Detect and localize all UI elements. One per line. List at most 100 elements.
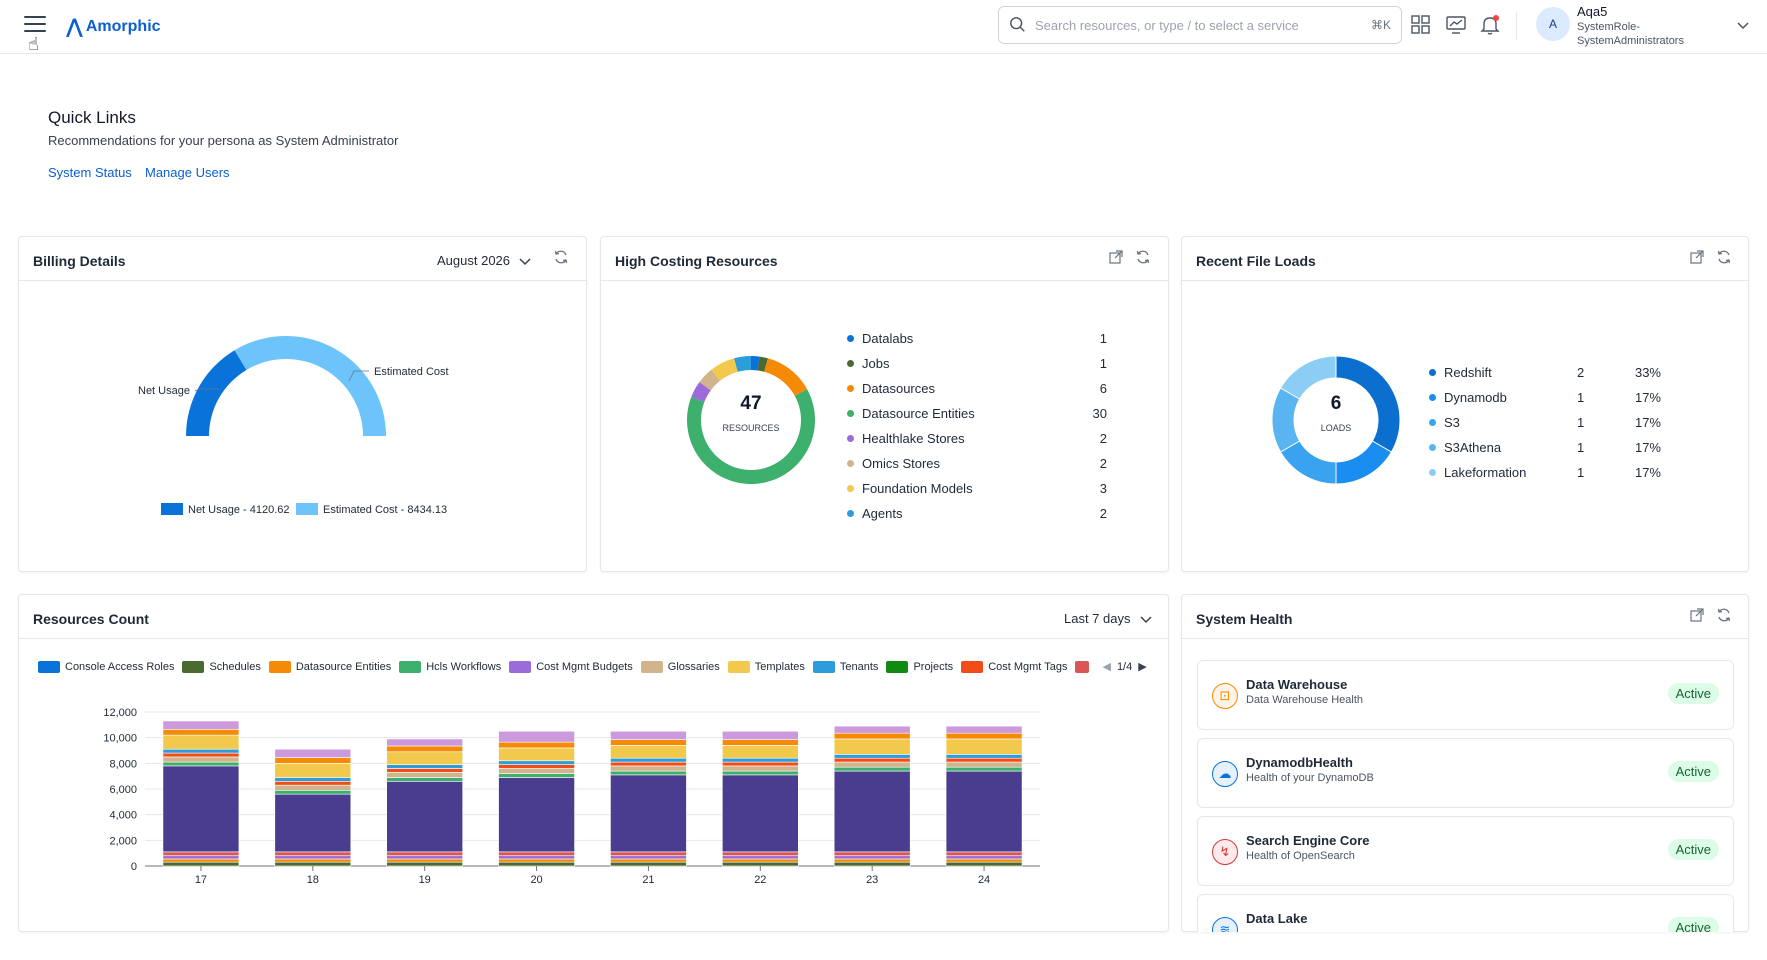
- net-usage-arc: [186, 350, 247, 436]
- bar-segment: [498, 760, 575, 765]
- legend-item[interactable]: Tenants: [812, 660, 878, 673]
- notifications-bell-icon[interactable]: [1479, 14, 1501, 36]
- legend-item[interactable]: Healthlake Stores 2: [847, 431, 1107, 446]
- legend-prev-icon[interactable]: ◀: [1102, 660, 1110, 673]
- legend-estimated-cost: Estimated Cost - 8434.13: [323, 504, 447, 516]
- apps-grid-icon[interactable]: [1410, 14, 1432, 36]
- header-divider: [1516, 12, 1517, 40]
- bar-segment: [610, 730, 687, 740]
- card-title: Recent File Loads: [1196, 253, 1316, 269]
- legend-item[interactable]: Console Access Roles: [38, 660, 174, 673]
- hamburger-menu-button[interactable]: [24, 16, 46, 34]
- external-link-icon[interactable]: [1689, 607, 1705, 623]
- bar-segment: [610, 761, 687, 767]
- legend-next-icon[interactable]: ▶: [1138, 660, 1146, 673]
- legend-item[interactable]: Hcls Workflows: [399, 660, 501, 673]
- x-tick-label: 21: [642, 874, 654, 886]
- legend-item[interactable]: Lakeformation 1 17%: [1429, 465, 1679, 480]
- legend-item[interactable]: Foundation Models 3: [847, 481, 1107, 496]
- legend-label: Foundation Models: [862, 481, 973, 496]
- health-item-title: Data Lake: [1246, 911, 1308, 926]
- legend-dot: [1429, 469, 1436, 476]
- legend-item[interactable]: Datasources 6: [847, 381, 1107, 396]
- legend-label: Redshift: [1444, 365, 1492, 380]
- chevron-down-icon[interactable]: [1736, 18, 1750, 32]
- estimated-cost-arc: [234, 336, 386, 436]
- user-avatar[interactable]: A: [1536, 7, 1570, 41]
- bar-segment: [162, 734, 240, 750]
- external-link-icon[interactable]: [1108, 249, 1124, 265]
- legend-item[interactable]: S3 1 17%: [1429, 415, 1679, 430]
- health-item[interactable]: ☁ DynamodbHealth Health of your DynamoDB…: [1197, 738, 1734, 808]
- legend-dot: [847, 360, 854, 367]
- legend-item[interactable]: Omics Stores 2: [847, 456, 1107, 471]
- net-usage-label: Net Usage: [138, 385, 190, 397]
- monitor-chart-icon[interactable]: [1445, 14, 1467, 36]
- refresh-icon[interactable]: [1135, 249, 1151, 265]
- bar-segment: [498, 855, 575, 860]
- legend-item[interactable]: Dynamodb 1 17%: [1429, 390, 1679, 405]
- quick-link-system-status[interactable]: System Status: [48, 165, 132, 180]
- bar-segment: [722, 730, 799, 740]
- bar-segment: [498, 777, 575, 853]
- legend-item[interactable]: Glossaries: [640, 660, 720, 673]
- bar-segment: [162, 851, 240, 857]
- refresh-icon[interactable]: [1716, 607, 1732, 623]
- legend-label: Datasource Entities: [862, 406, 975, 421]
- legend-item[interactable]: [1075, 660, 1094, 673]
- global-search-input[interactable]: Search resources, or type / to select a …: [998, 6, 1402, 44]
- legend-label: S3: [1444, 415, 1460, 430]
- health-item-subtitle: Health of your DynamoDB: [1246, 772, 1374, 784]
- bar-segment: [274, 781, 352, 786]
- legend-value: 30: [1092, 406, 1107, 421]
- card-header: Resources Count Last 7 days: [19, 595, 1168, 639]
- warehouse-icon: ⊡: [1212, 683, 1238, 709]
- legend-percent: 17%: [1634, 390, 1661, 405]
- legend-item[interactable]: Templates: [727, 660, 805, 673]
- bar-segment: [610, 745, 687, 759]
- health-item[interactable]: ⊡ Data Warehouse Data Warehouse Health A…: [1197, 660, 1734, 730]
- legend-item[interactable]: S3Athena 1 17%: [1429, 440, 1679, 455]
- legend-item[interactable]: Jobs 1: [847, 356, 1107, 371]
- bar-segment: [162, 761, 240, 767]
- y-tick-label: 4,000: [109, 810, 137, 822]
- external-link-icon[interactable]: [1689, 249, 1705, 265]
- bar-segment: [722, 745, 799, 759]
- bar-segment: [498, 741, 575, 749]
- legend-label: Cost Mgmt Tags: [988, 660, 1068, 673]
- legend-label: Cost Mgmt Budgets: [536, 660, 633, 673]
- y-tick-label: 12,000: [103, 707, 137, 719]
- legend-item[interactable]: Cost Mgmt Budgets: [509, 660, 633, 673]
- legend-item[interactable]: Schedules: [182, 660, 261, 673]
- refresh-icon[interactable]: [553, 249, 569, 265]
- legend-item[interactable]: Cost Mgmt Tags: [961, 660, 1068, 673]
- legend-item[interactable]: Datalabs 1: [847, 331, 1107, 346]
- resources-period-dropdown[interactable]: Last 7 days: [1064, 611, 1153, 626]
- health-item[interactable]: ≋ Data Lake Active: [1197, 894, 1734, 932]
- recent-loads-donut-chart: [1271, 355, 1401, 485]
- bar-segment: [945, 732, 1023, 740]
- legend-page-indicator: 1/4: [1116, 660, 1133, 673]
- app-logo[interactable]: ⋀ Amorphic: [66, 14, 161, 39]
- health-item[interactable]: ↯ Search Engine Core Health of OpenSearc…: [1197, 816, 1734, 886]
- quick-link-manage-users[interactable]: Manage Users: [145, 165, 230, 180]
- legend-dot: [847, 510, 854, 517]
- billing-period-dropdown[interactable]: August 2026: [437, 253, 532, 268]
- refresh-icon[interactable]: [1716, 249, 1732, 265]
- bar-segment: [945, 858, 1023, 863]
- legend-item[interactable]: Projects: [886, 660, 953, 673]
- bar-segment: [833, 851, 911, 857]
- legend-item[interactable]: Agents 2: [847, 506, 1107, 521]
- billing-details-card: Billing Details August 2026 Net Usage Es…: [18, 236, 587, 572]
- legend-item[interactable]: Redshift 2 33%: [1429, 365, 1679, 380]
- legend-percent: 17%: [1634, 440, 1661, 455]
- bar-segment: [610, 739, 687, 746]
- legend-swatch: [182, 660, 205, 673]
- user-name[interactable]: Aqa5: [1577, 4, 1607, 19]
- legend-item[interactable]: Datasource Entities: [268, 660, 391, 673]
- legend-value: 1: [1099, 356, 1107, 371]
- bar-segment: [498, 764, 575, 769]
- legend-item[interactable]: Datasource Entities 30: [847, 406, 1107, 421]
- legend-label: Glossaries: [667, 660, 720, 673]
- legend-percent: 17%: [1634, 415, 1661, 430]
